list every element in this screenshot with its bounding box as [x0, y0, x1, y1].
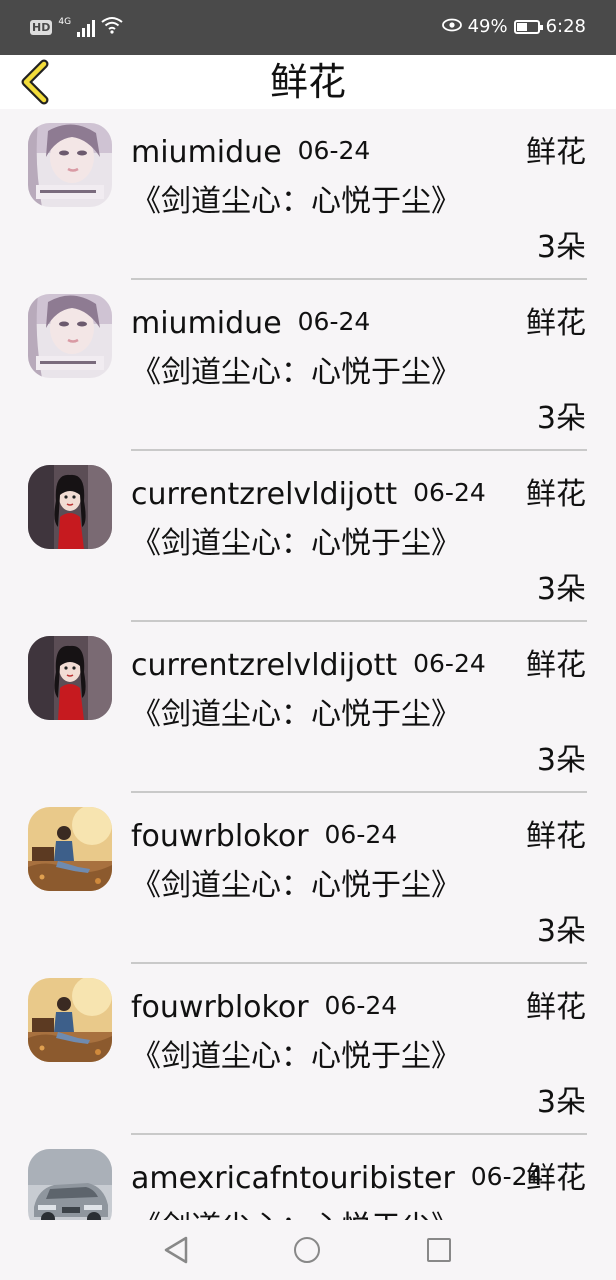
- gift-count: 3朵: [536, 743, 586, 778]
- avatar-car[interactable]: [28, 1149, 112, 1220]
- status-right: 49% 6:28: [441, 16, 586, 37]
- avatar-girl-red-dress[interactable]: [28, 465, 112, 549]
- user-name: currentzrelvldijott: [131, 648, 398, 683]
- system-nav-bar: [0, 1220, 616, 1280]
- gift-type: 鲜花: [526, 1161, 586, 1196]
- avatar-autumn-boy[interactable]: [28, 807, 112, 891]
- battery-percent: 49%: [467, 16, 508, 37]
- avatar-girl-red-dress[interactable]: [28, 636, 112, 720]
- list-item-3[interactable]: currentzrelvldijott 06-24 鲜花 《剑道尘心：心悦于尘》 …: [0, 622, 616, 793]
- battery-icon: [513, 19, 543, 34]
- list-item-5[interactable]: fouwrblokor 06-24 鲜花 《剑道尘心：心悦于尘》 3朵: [0, 964, 616, 1135]
- gift-count: 3朵: [536, 914, 586, 949]
- gift-type: 鲜花: [526, 648, 586, 683]
- book-title: 《剑道尘心：心悦于尘》: [131, 526, 461, 561]
- list-item-6[interactable]: amexricafntouribister06-24 鲜花 《剑道尘心：心悦于尘…: [0, 1135, 616, 1220]
- user-name: miumidue: [131, 135, 282, 170]
- date: 06-24: [324, 820, 398, 849]
- clock: 6:28: [545, 16, 586, 37]
- book-title: 《剑道尘心：心悦于尘》: [131, 355, 461, 390]
- gift-count: 3朵: [536, 1085, 586, 1120]
- page-title: 鲜花: [269, 60, 346, 104]
- wifi-icon: [101, 16, 123, 39]
- header: 鲜花: [0, 55, 616, 109]
- gift-type: 鲜花: [526, 135, 586, 170]
- date: 06-24: [297, 307, 371, 336]
- user-name: currentzrelvldijott: [131, 477, 398, 512]
- gift-count: 3朵: [536, 230, 586, 265]
- list-item-0[interactable]: miumidue 06-24 鲜花 《剑道尘心：心悦于尘》 3朵: [0, 109, 616, 280]
- gift-type: 鲜花: [526, 306, 586, 341]
- list-item-2[interactable]: currentzrelvldijott 06-24 鲜花 《剑道尘心：心悦于尘》 …: [0, 451, 616, 622]
- gift-type: 鲜花: [526, 990, 586, 1025]
- list-item-1[interactable]: miumidue 06-24 鲜花 《剑道尘心：心悦于尘》 3朵: [0, 280, 616, 451]
- gift-count: 3朵: [536, 401, 586, 436]
- signal-icon: [77, 19, 96, 37]
- date: 06-24: [324, 991, 398, 1020]
- nav-recents-icon[interactable]: [427, 1238, 451, 1262]
- battery-fill: [516, 22, 528, 31]
- gift-count: 3朵: [536, 572, 586, 607]
- gift-type: 鲜花: [526, 477, 586, 512]
- nav-back-icon[interactable]: [162, 1235, 190, 1265]
- hd-badge: HD: [30, 20, 53, 35]
- book-title: 《剑道尘心：心悦于尘》: [131, 184, 461, 219]
- user-name: amexricafntouribister: [131, 1161, 455, 1196]
- book-title: 《剑道尘心：心悦于尘》: [131, 868, 461, 903]
- status-left: HD 4G: [30, 16, 123, 39]
- avatar-girl-pale[interactable]: [28, 294, 112, 378]
- book-title: 《剑道尘心：心悦于尘》: [131, 1205, 461, 1220]
- user-name: miumidue: [131, 306, 282, 341]
- nav-home-icon[interactable]: [294, 1237, 320, 1263]
- flower-list: miumidue 06-24 鲜花 《剑道尘心：心悦于尘》 3朵 miumidue…: [0, 109, 616, 1220]
- eye-icon: [441, 17, 462, 36]
- list-item-4[interactable]: fouwrblokor 06-24 鲜花 《剑道尘心：心悦于尘》 3朵: [0, 793, 616, 964]
- book-title: 《剑道尘心：心悦于尘》: [131, 1039, 461, 1074]
- gift-type: 鲜花: [526, 819, 586, 854]
- user-name: fouwrblokor: [131, 990, 309, 1025]
- avatar-girl-pale[interactable]: [28, 123, 112, 207]
- user-name: fouwrblokor: [131, 819, 309, 854]
- date: 06-24: [413, 478, 486, 507]
- avatar-autumn-boy[interactable]: [28, 978, 112, 1062]
- date: 06-24: [297, 136, 371, 165]
- date: 06-24: [413, 649, 486, 678]
- status-bar: HD 4G 49% 6:28: [0, 0, 616, 55]
- network-type: 4G: [58, 16, 72, 27]
- book-title: 《剑道尘心：心悦于尘》: [131, 697, 461, 732]
